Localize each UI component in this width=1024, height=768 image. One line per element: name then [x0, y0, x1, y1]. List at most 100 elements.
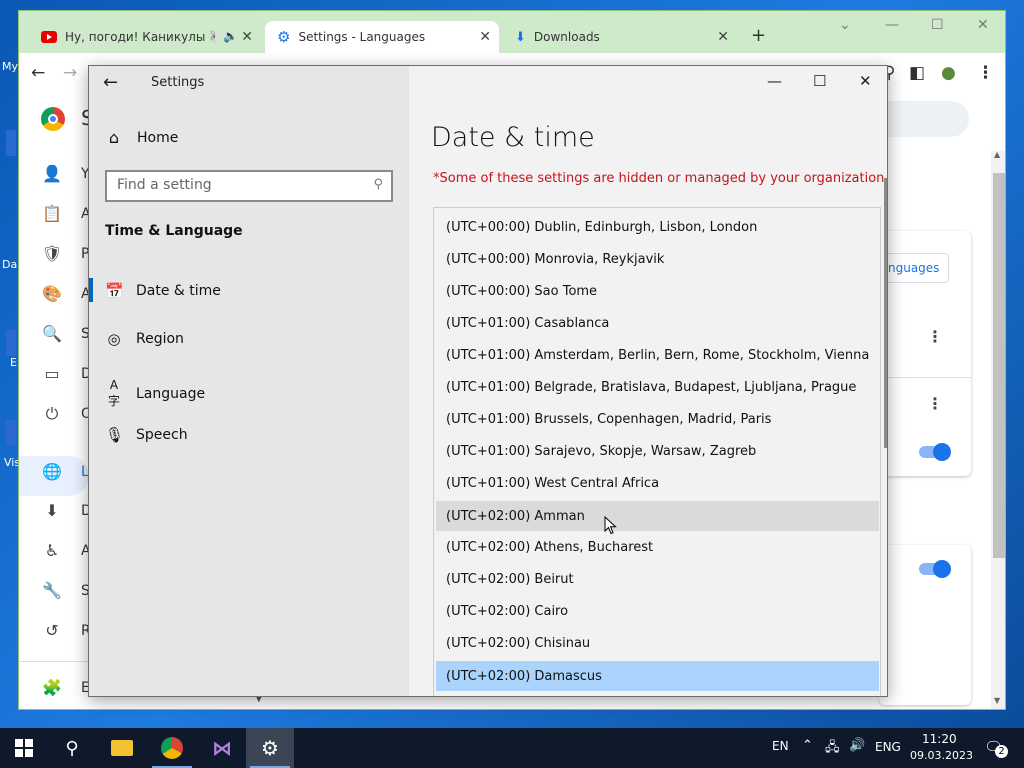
close-icon[interactable]: ✕ — [479, 29, 491, 45]
accessibility-icon[interactable]: ♿ — [41, 541, 63, 563]
wrench-icon[interactable]: 🔧 — [41, 581, 63, 603]
chrome-taskbar-button[interactable] — [148, 728, 196, 768]
clock-time[interactable]: 11:20 — [922, 732, 957, 746]
browser-icon[interactable]: ▭ — [41, 364, 63, 386]
gear-icon: ⚙ — [277, 28, 291, 46]
tab-downloads[interactable]: ⬇ Downloads ✕ — [503, 21, 737, 53]
menu-icon[interactable]: ⋮ — [977, 63, 994, 83]
person-icon[interactable]: 👤 — [41, 164, 63, 186]
search-input[interactable]: Find a setting ⚲ — [105, 170, 393, 202]
nav-label: Language — [136, 385, 206, 402]
volume-icon[interactable]: 🔊 — [849, 738, 865, 753]
divider — [879, 377, 971, 378]
speaker-icon[interactable]: 🔈 — [223, 29, 238, 43]
puzzle-icon[interactable]: 🧩 — [41, 678, 63, 700]
toggle-switch[interactable] — [919, 560, 951, 578]
maximize-button[interactable]: ☐ — [931, 17, 944, 33]
calendar-clock-icon: 📅 — [105, 282, 124, 300]
add-languages-button[interactable]: nguages — [879, 253, 949, 283]
chrome-logo-center — [48, 114, 58, 124]
gear-icon: ⚙ — [261, 736, 279, 760]
profile-icon[interactable]: ● — [941, 63, 956, 83]
nav-home[interactable]: ⌂ Home — [105, 128, 178, 147]
youtube-icon — [41, 31, 57, 43]
timezone-option[interactable]: (UTC+00:00) Dublin, Edinburgh, Lisbon, L… — [436, 212, 879, 242]
close-window-button[interactable]: ✕ — [977, 17, 989, 33]
nav-date-time[interactable]: 📅 Date & time — [105, 282, 221, 300]
timezone-option[interactable]: (UTC+01:00) Belgrade, Bratislava, Budape… — [436, 372, 879, 402]
reset-icon[interactable]: ↺ — [41, 621, 63, 643]
timezone-option[interactable]: (UTC+01:00) Sarajevo, Skopje, Warsaw, Za… — [436, 436, 879, 466]
network-icon[interactable]: 🖧 — [825, 738, 840, 760]
forward-icon[interactable]: → — [63, 63, 77, 83]
input-language[interactable]: ENG — [875, 740, 901, 754]
new-tab-button[interactable]: + — [751, 25, 766, 46]
more-options-icon[interactable]: ⋮ — [927, 394, 943, 413]
timezone-option[interactable]: (UTC+02:00) Cairo — [436, 596, 879, 626]
desktop-icon[interactable] — [6, 330, 16, 356]
clipboard-icon[interactable]: 📋 — [41, 204, 63, 226]
settings-sidebar: ← Settings ⌂ Home Find a setting ⚲ Time … — [89, 66, 409, 696]
search-icon: ⚲ — [65, 737, 79, 759]
settings-window: ← Settings ⌂ Home Find a setting ⚲ Time … — [88, 65, 888, 697]
language-icon: A字 — [107, 378, 120, 408]
maximize-button[interactable]: ☐ — [813, 72, 826, 90]
timezone-option[interactable]: (UTC+01:00) Brussels, Copenhagen, Madrid… — [436, 404, 879, 434]
palette-icon[interactable]: 🎨 — [41, 284, 63, 306]
minimize-button[interactable]: — — [767, 72, 782, 90]
minimize-button[interactable]: — — [885, 17, 899, 33]
settings-content: — ☐ ✕ Date & time *Some of these setting… — [409, 66, 887, 696]
tab-title: Ну, погоди! Каникулы 🐺 П — [65, 30, 215, 44]
shield-icon[interactable]: 🛡 — [41, 244, 63, 266]
globe-icon[interactable]: 🌐 — [41, 462, 63, 484]
close-icon[interactable]: ✕ — [717, 29, 729, 45]
back-icon[interactable]: ← — [103, 72, 118, 93]
desktop-icon-label[interactable]: My — [2, 60, 18, 73]
input-language-short[interactable]: EN — [772, 739, 789, 753]
chevron-down-icon[interactable]: ⌄ — [839, 17, 851, 33]
scrollbar-thumb[interactable] — [993, 173, 1005, 558]
desktop-icon-label[interactable]: Da — [2, 258, 17, 271]
nav-speech[interactable]: 🎙 Speech — [105, 426, 188, 444]
more-options-icon[interactable]: ⋮ — [927, 327, 943, 346]
timezone-option[interactable]: (UTC+01:00) Casablanca — [436, 308, 879, 338]
section-title: Time & Language — [105, 223, 243, 239]
timezone-option[interactable]: (UTC+00:00) Monrovia, Reykjavik — [436, 244, 879, 274]
dropdown-scrollbar[interactable] — [884, 178, 887, 448]
chevron-up-icon[interactable]: ⌃ — [802, 738, 813, 753]
timezone-option[interactable]: (UTC+01:00) Amsterdam, Berlin, Bern, Rom… — [436, 340, 879, 370]
clock-date[interactable]: 09.03.2023 — [910, 749, 973, 762]
tab-settings-languages[interactable]: ⚙ Settings - Languages ✕ — [265, 21, 499, 53]
toggle-switch[interactable] — [919, 443, 951, 461]
notifications-count: 2 — [995, 745, 1008, 758]
scroll-down-icon[interactable]: ▼ — [994, 696, 1000, 705]
back-icon[interactable]: ← — [31, 63, 45, 83]
search-button[interactable]: ⚲ — [48, 728, 96, 768]
close-icon[interactable]: ✕ — [241, 29, 253, 45]
visual-studio-button[interactable]: ⋈ — [198, 728, 246, 768]
timezone-dropdown-list[interactable]: (UTC+00:00) Dublin, Edinburgh, Lisbon, L… — [433, 207, 881, 696]
desktop-icon[interactable] — [6, 130, 16, 156]
timezone-option[interactable]: (UTC+02:00) Athens, Bucharest — [436, 532, 879, 562]
scroll-up-icon[interactable]: ▲ — [994, 150, 1000, 159]
start-button[interactable] — [0, 728, 48, 768]
desktop-icon[interactable] — [6, 420, 16, 446]
timezone-option[interactable]: (UTC+02:00) Beirut — [436, 564, 879, 594]
desktop-icon-label[interactable]: E — [10, 356, 17, 369]
tab-youtube[interactable]: Ну, погоди! Каникулы 🐺 П 🔈 ✕ — [29, 21, 261, 53]
search-icon[interactable]: 🔍 — [41, 324, 63, 346]
download-icon[interactable]: ⬇ — [41, 501, 63, 523]
timezone-option-selected[interactable]: (UTC+02:00) Damascus — [436, 661, 879, 691]
nav-region[interactable]: ◎ Region — [105, 330, 183, 348]
timezone-option[interactable]: (UTC+01:00) West Central Africa — [436, 468, 879, 498]
search-icon: ⚲ — [373, 177, 383, 192]
sidepanel-icon[interactable]: ◧ — [909, 63, 925, 83]
file-explorer-button[interactable] — [98, 728, 146, 768]
timezone-option[interactable]: (UTC+02:00) Chisinau — [436, 628, 879, 658]
power-icon[interactable]: ⏻ — [41, 404, 63, 426]
timezone-option-hovered[interactable]: (UTC+02:00) Amman — [436, 501, 879, 531]
nav-language[interactable]: A字 Language — [105, 378, 205, 409]
timezone-option[interactable]: (UTC+00:00) Sao Tome — [436, 276, 879, 306]
close-window-button[interactable]: ✕ — [859, 72, 872, 90]
settings-taskbar-button[interactable]: ⚙ — [246, 728, 294, 768]
